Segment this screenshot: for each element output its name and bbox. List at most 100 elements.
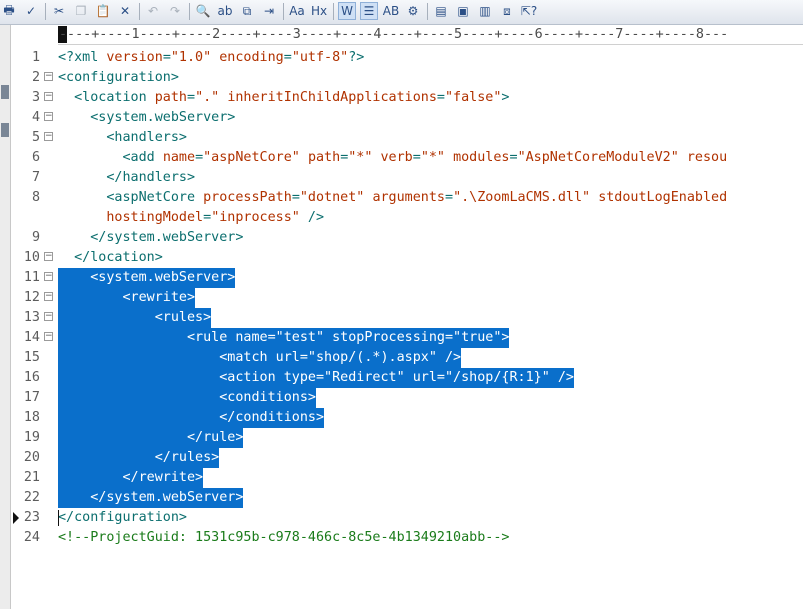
word-wrap-icon[interactable]: W	[338, 2, 356, 20]
code-token: path	[307, 150, 341, 165]
code-token: ?>	[348, 50, 365, 65]
code-token: =	[187, 90, 196, 105]
fold-toggle-icon[interactable]: −	[44, 332, 53, 341]
code-text: <location path="." inheritInChildApplica…	[58, 88, 509, 108]
code-line[interactable]: 4− <system.webServer>	[11, 108, 803, 128]
code-token: =	[412, 150, 421, 165]
settings-icon[interactable]: ⚙	[404, 2, 422, 20]
view-icon-4[interactable]: ⧈	[498, 2, 516, 20]
copy-icon[interactable]: ❐	[72, 2, 90, 20]
delete-icon[interactable]: ✕	[116, 2, 134, 20]
fold-toggle-icon	[44, 192, 53, 201]
code-token: <?xml	[58, 50, 107, 65]
code-line[interactable]: hostingModel="inprocess" />	[11, 208, 803, 228]
code-token: =	[195, 150, 204, 165]
code-line[interactable]: 15 <match url="shop/(.*).aspx" />	[11, 348, 803, 368]
font-icon[interactable]: Aa	[288, 2, 306, 20]
goto-line-icon[interactable]: ⇥	[260, 2, 278, 20]
code-token: =	[291, 190, 300, 205]
fold-toggle-icon	[44, 52, 53, 61]
code-line[interactable]: 10− </location>	[11, 248, 803, 268]
fold-toggle-icon[interactable]: −	[44, 92, 53, 101]
code-line[interactable]: 11− <system.webServer>	[11, 268, 803, 288]
print-icon[interactable]: 🖶	[0, 2, 18, 20]
code-token: <conditions>	[58, 390, 316, 405]
spellcheck-icon[interactable]: ✓	[22, 2, 40, 20]
line-number: 3	[31, 90, 40, 105]
code-text: <rule name="test" stopProcessing="true">	[58, 328, 510, 348]
code-text: </rules>	[58, 448, 220, 468]
fold-toggle-icon[interactable]: −	[44, 252, 53, 261]
code-line[interactable]: 16 <action type="Redirect" url="/shop/{R…	[11, 368, 803, 388]
fold-toggle-icon[interactable]: −	[44, 312, 53, 321]
code-token: "inprocess"	[211, 210, 300, 225]
code-line[interactable]: 17 <conditions>	[11, 388, 803, 408]
code-line[interactable]: 12− <rewrite>	[11, 288, 803, 308]
code-token: <match url="shop/(.*).aspx" />	[58, 350, 462, 365]
code-line[interactable]: 5− <handlers>	[11, 128, 803, 148]
fold-toggle-icon	[44, 452, 53, 461]
view-icon-1[interactable]: ▤	[432, 2, 450, 20]
code-line[interactable]: 14− <rule name="test" stopProcessing="tr…	[11, 328, 803, 348]
code-line[interactable]: 20 </rules>	[11, 448, 803, 468]
code-token: "AspNetCoreModuleV2"	[517, 150, 679, 165]
fold-toggle-icon[interactable]: −	[44, 292, 53, 301]
replace-icon[interactable]: ab	[216, 2, 234, 20]
left-margin-strip	[0, 25, 11, 609]
code-line[interactable]: 19 </rule>	[11, 428, 803, 448]
code-token: <rule name="test" stopProcessing="true">	[58, 330, 510, 345]
line-number: 19	[23, 430, 40, 445]
fold-toggle-icon	[44, 472, 53, 481]
code-token: "false"	[444, 90, 502, 105]
redo-icon[interactable]: ↷	[166, 2, 184, 20]
find-icon[interactable]: 🔍	[194, 2, 212, 20]
toolbar: 🖶 ✓ ✂ ❐ 📋 ✕ ↶ ↷ 🔍 ab ⧉ ⇥ Aa Hx W ☰ AB ⚙ ▤ ▣ ▥ ⧈ ⇱?	[0, 0, 803, 25]
code-line[interactable]: 23 </configuration>	[11, 508, 803, 528]
code-token: <!--ProjectGuid: 1531c95b-c978-466c-8c5e…	[58, 530, 510, 545]
code-line[interactable]: 24 <!--ProjectGuid: 1531c95b-c978-466c-8c…	[11, 528, 803, 548]
code-text: <rules>	[58, 308, 212, 328]
cut-icon[interactable]: ✂	[50, 2, 68, 20]
code-line[interactable]: 18 </conditions>	[11, 408, 803, 428]
code-token: </location>	[58, 250, 163, 265]
code-line[interactable]: 2− <configuration>	[11, 68, 803, 88]
code-line[interactable]: 7 </handlers>	[11, 168, 803, 188]
code-token: "utf-8"	[291, 50, 349, 65]
code-token: verb	[380, 150, 413, 165]
column-mode-icon[interactable]: AB	[382, 2, 400, 20]
undo-icon[interactable]: ↶	[144, 2, 162, 20]
hex-icon[interactable]: Hx	[310, 2, 328, 20]
fold-toggle-icon	[44, 412, 53, 421]
code-text: <!--ProjectGuid: 1531c95b-c978-466c-8c5e…	[58, 528, 509, 548]
code-text: hostingModel="inprocess" />	[58, 208, 324, 228]
code-line[interactable]: 6 <add name="aspNetCore" path="*" verb="…	[11, 148, 803, 168]
line-number: 5	[31, 130, 40, 145]
code-line[interactable]: 21 </rewrite>	[11, 468, 803, 488]
fold-toggle-icon	[44, 152, 53, 161]
indent-icon[interactable]: ☰	[360, 2, 378, 20]
code-token: =	[436, 90, 445, 105]
fold-toggle-icon[interactable]: −	[44, 272, 53, 281]
paste-icon[interactable]: 📋	[94, 2, 112, 20]
code-line[interactable]: 3− <location path="." inheritInChildAppl…	[11, 88, 803, 108]
fold-toggle-icon[interactable]: −	[44, 132, 53, 141]
code-line[interactable]: 8 <aspNetCore processPath="dotnet" argum…	[11, 188, 803, 208]
code-line[interactable]: 1 <?xml version="1.0" encoding="utf-8"?>	[11, 48, 803, 68]
help-pointer-icon[interactable]: ⇱?	[520, 2, 538, 20]
line-number: 7	[31, 170, 40, 185]
code-token: ".\ZoomLaCMS.dll"	[453, 190, 591, 205]
code-line[interactable]: 9 </system.webServer>	[11, 228, 803, 248]
fold-toggle-icon[interactable]: −	[44, 72, 53, 81]
find-in-files-icon[interactable]: ⧉	[238, 2, 256, 20]
code-editor[interactable]: 1 <?xml version="1.0" encoding="utf-8"?> 2…	[11, 48, 803, 609]
fold-toggle-icon[interactable]: −	[44, 112, 53, 121]
view-icon-3[interactable]: ▥	[476, 2, 494, 20]
toolbar-separator	[45, 3, 46, 20]
view-icon-2[interactable]: ▣	[454, 2, 472, 20]
code-token: </rules>	[58, 450, 220, 465]
code-line[interactable]: 13− <rules>	[11, 308, 803, 328]
code-line[interactable]: 22 </system.webServer>	[11, 488, 803, 508]
